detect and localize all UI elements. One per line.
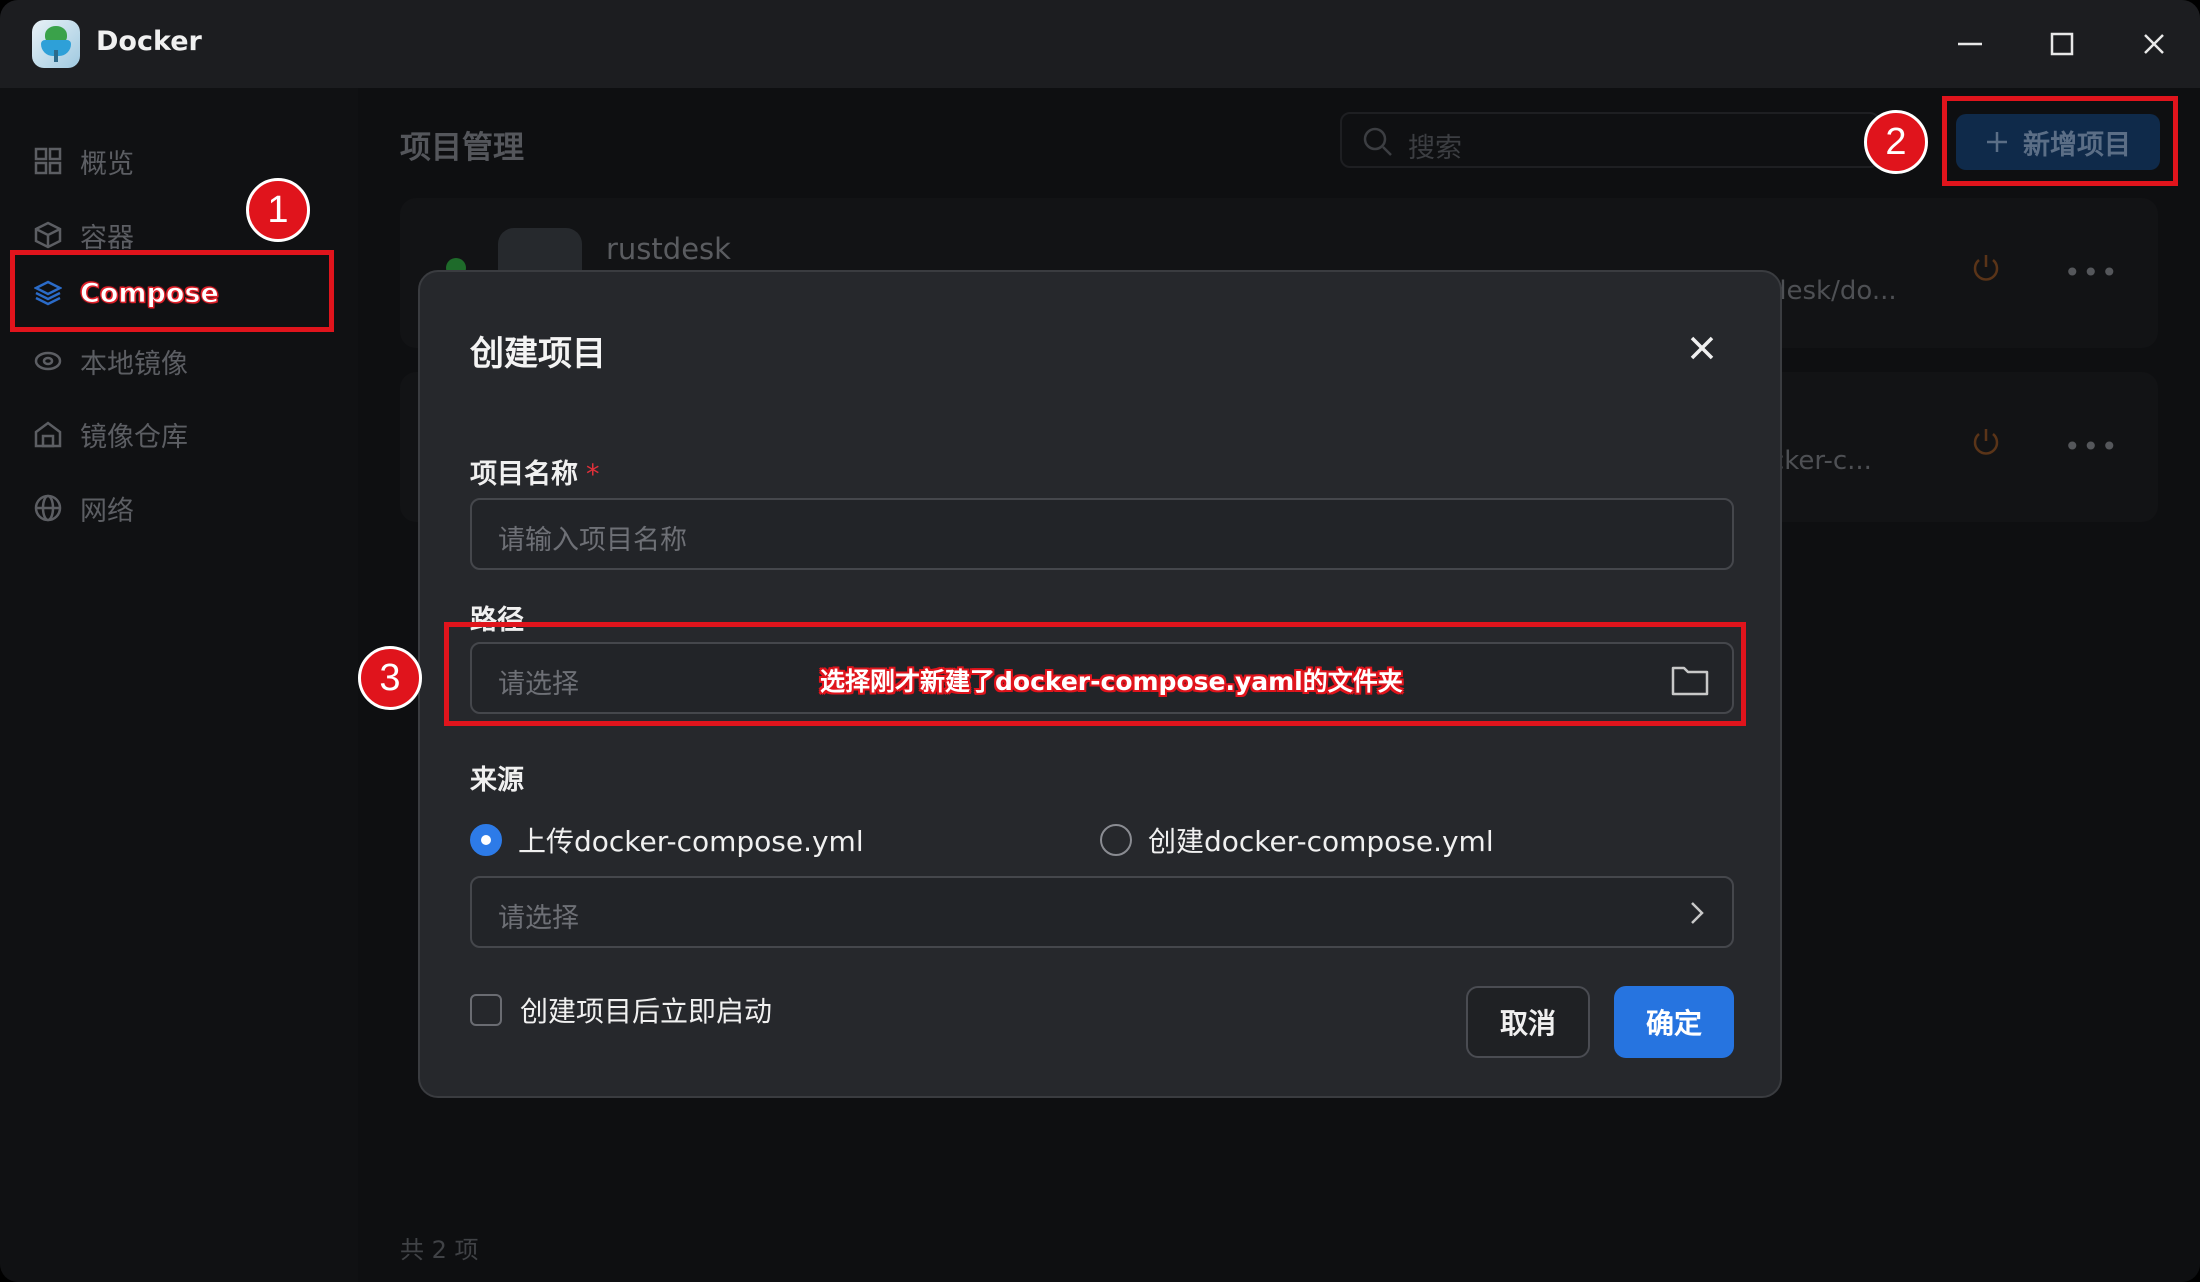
disk-icon	[32, 345, 64, 377]
cancel-button[interactable]: 取消	[1466, 986, 1590, 1058]
annotation-box-2	[1942, 96, 2178, 186]
close-window-button[interactable]	[2132, 22, 2176, 66]
radio-label: 上传docker-compose.yml	[518, 825, 864, 858]
sidebar-item-label: 镜像仓库	[80, 421, 188, 453]
sidebar-item-overview[interactable]: 概览	[32, 139, 134, 183]
item-count: 共 2 项	[400, 1236, 479, 1264]
autostart-label: 创建项目后立即启动	[520, 995, 773, 1028]
autostart-checkbox-row[interactable]: 创建项目后立即启动	[470, 990, 772, 1030]
close-icon[interactable]	[1686, 332, 1718, 364]
app-window: Docker 概览 容器 Compose 本地镜像 镜像仓库 网络 项目管理 搜…	[0, 0, 2200, 1282]
power-icon[interactable]	[1970, 426, 2002, 458]
project-name: rustdesk	[606, 232, 731, 266]
sidebar-item-label: 容器	[80, 222, 134, 254]
maximize-button[interactable]	[2040, 22, 2084, 66]
sidebar-item-network[interactable]: 网络	[32, 486, 134, 530]
annotation-badge-2: 2	[1864, 110, 1928, 174]
project-path: desk/do...	[1770, 276, 1897, 306]
annotation-note: 选择刚才新建了docker-compose.yaml的文件夹	[820, 667, 1403, 696]
maximize-icon	[2050, 32, 2074, 56]
autostart-checkbox[interactable]	[470, 994, 502, 1026]
search-icon	[1363, 127, 1392, 156]
project-name-input[interactable]: 请输入项目名称	[470, 498, 1734, 570]
dialog-title: 创建项目	[470, 334, 606, 374]
grid-icon	[32, 145, 64, 177]
sidebar-item-label: 概览	[80, 148, 134, 180]
sidebar-item-registry[interactable]: 镜像仓库	[32, 412, 188, 456]
compose-file-select[interactable]: 请选择	[470, 876, 1734, 948]
title-bar: Docker	[0, 0, 2200, 88]
sidebar-item-label: 网络	[80, 495, 134, 527]
warehouse-icon	[32, 418, 64, 450]
globe-icon	[32, 492, 64, 524]
search-placeholder: 搜索	[1408, 133, 1462, 164]
docker-app-icon	[32, 20, 80, 68]
radio-unchecked	[1100, 824, 1132, 856]
radio-checked	[470, 824, 502, 856]
radio-upload-compose[interactable]: 上传docker-compose.yml	[470, 820, 864, 860]
more-icon[interactable]: •••	[2064, 430, 2120, 463]
minimize-icon	[1958, 42, 1982, 46]
cube-icon	[32, 219, 64, 251]
sidebar-item-local-images[interactable]: 本地镜像	[32, 339, 188, 383]
radio-create-compose[interactable]: 创建docker-compose.yml	[1100, 820, 1494, 860]
source-label: 来源	[470, 765, 524, 796]
app-title: Docker	[96, 26, 202, 57]
search-input[interactable]: 搜索	[1340, 112, 1880, 168]
power-icon[interactable]	[1970, 252, 2002, 284]
chevron-right-icon	[1691, 902, 1704, 924]
minimize-button[interactable]	[1948, 22, 1992, 66]
input-placeholder: 请输入项目名称	[498, 525, 687, 556]
annotation-badge-1: 1	[246, 178, 310, 242]
required-mark: *	[586, 459, 600, 490]
project-path: cker-c...	[1770, 446, 1872, 476]
page-title: 项目管理	[400, 130, 524, 166]
input-placeholder: 请选择	[498, 903, 579, 934]
annotation-badge-3: 3	[358, 646, 422, 710]
confirm-button[interactable]: 确定	[1614, 986, 1734, 1058]
close-icon	[2144, 34, 2164, 54]
more-icon[interactable]: •••	[2064, 256, 2120, 289]
sidebar-item-label: 本地镜像	[80, 348, 188, 380]
annotation-box-1	[10, 250, 334, 332]
radio-label: 创建docker-compose.yml	[1148, 825, 1494, 858]
project-name-label: 项目名称 *	[470, 459, 600, 490]
